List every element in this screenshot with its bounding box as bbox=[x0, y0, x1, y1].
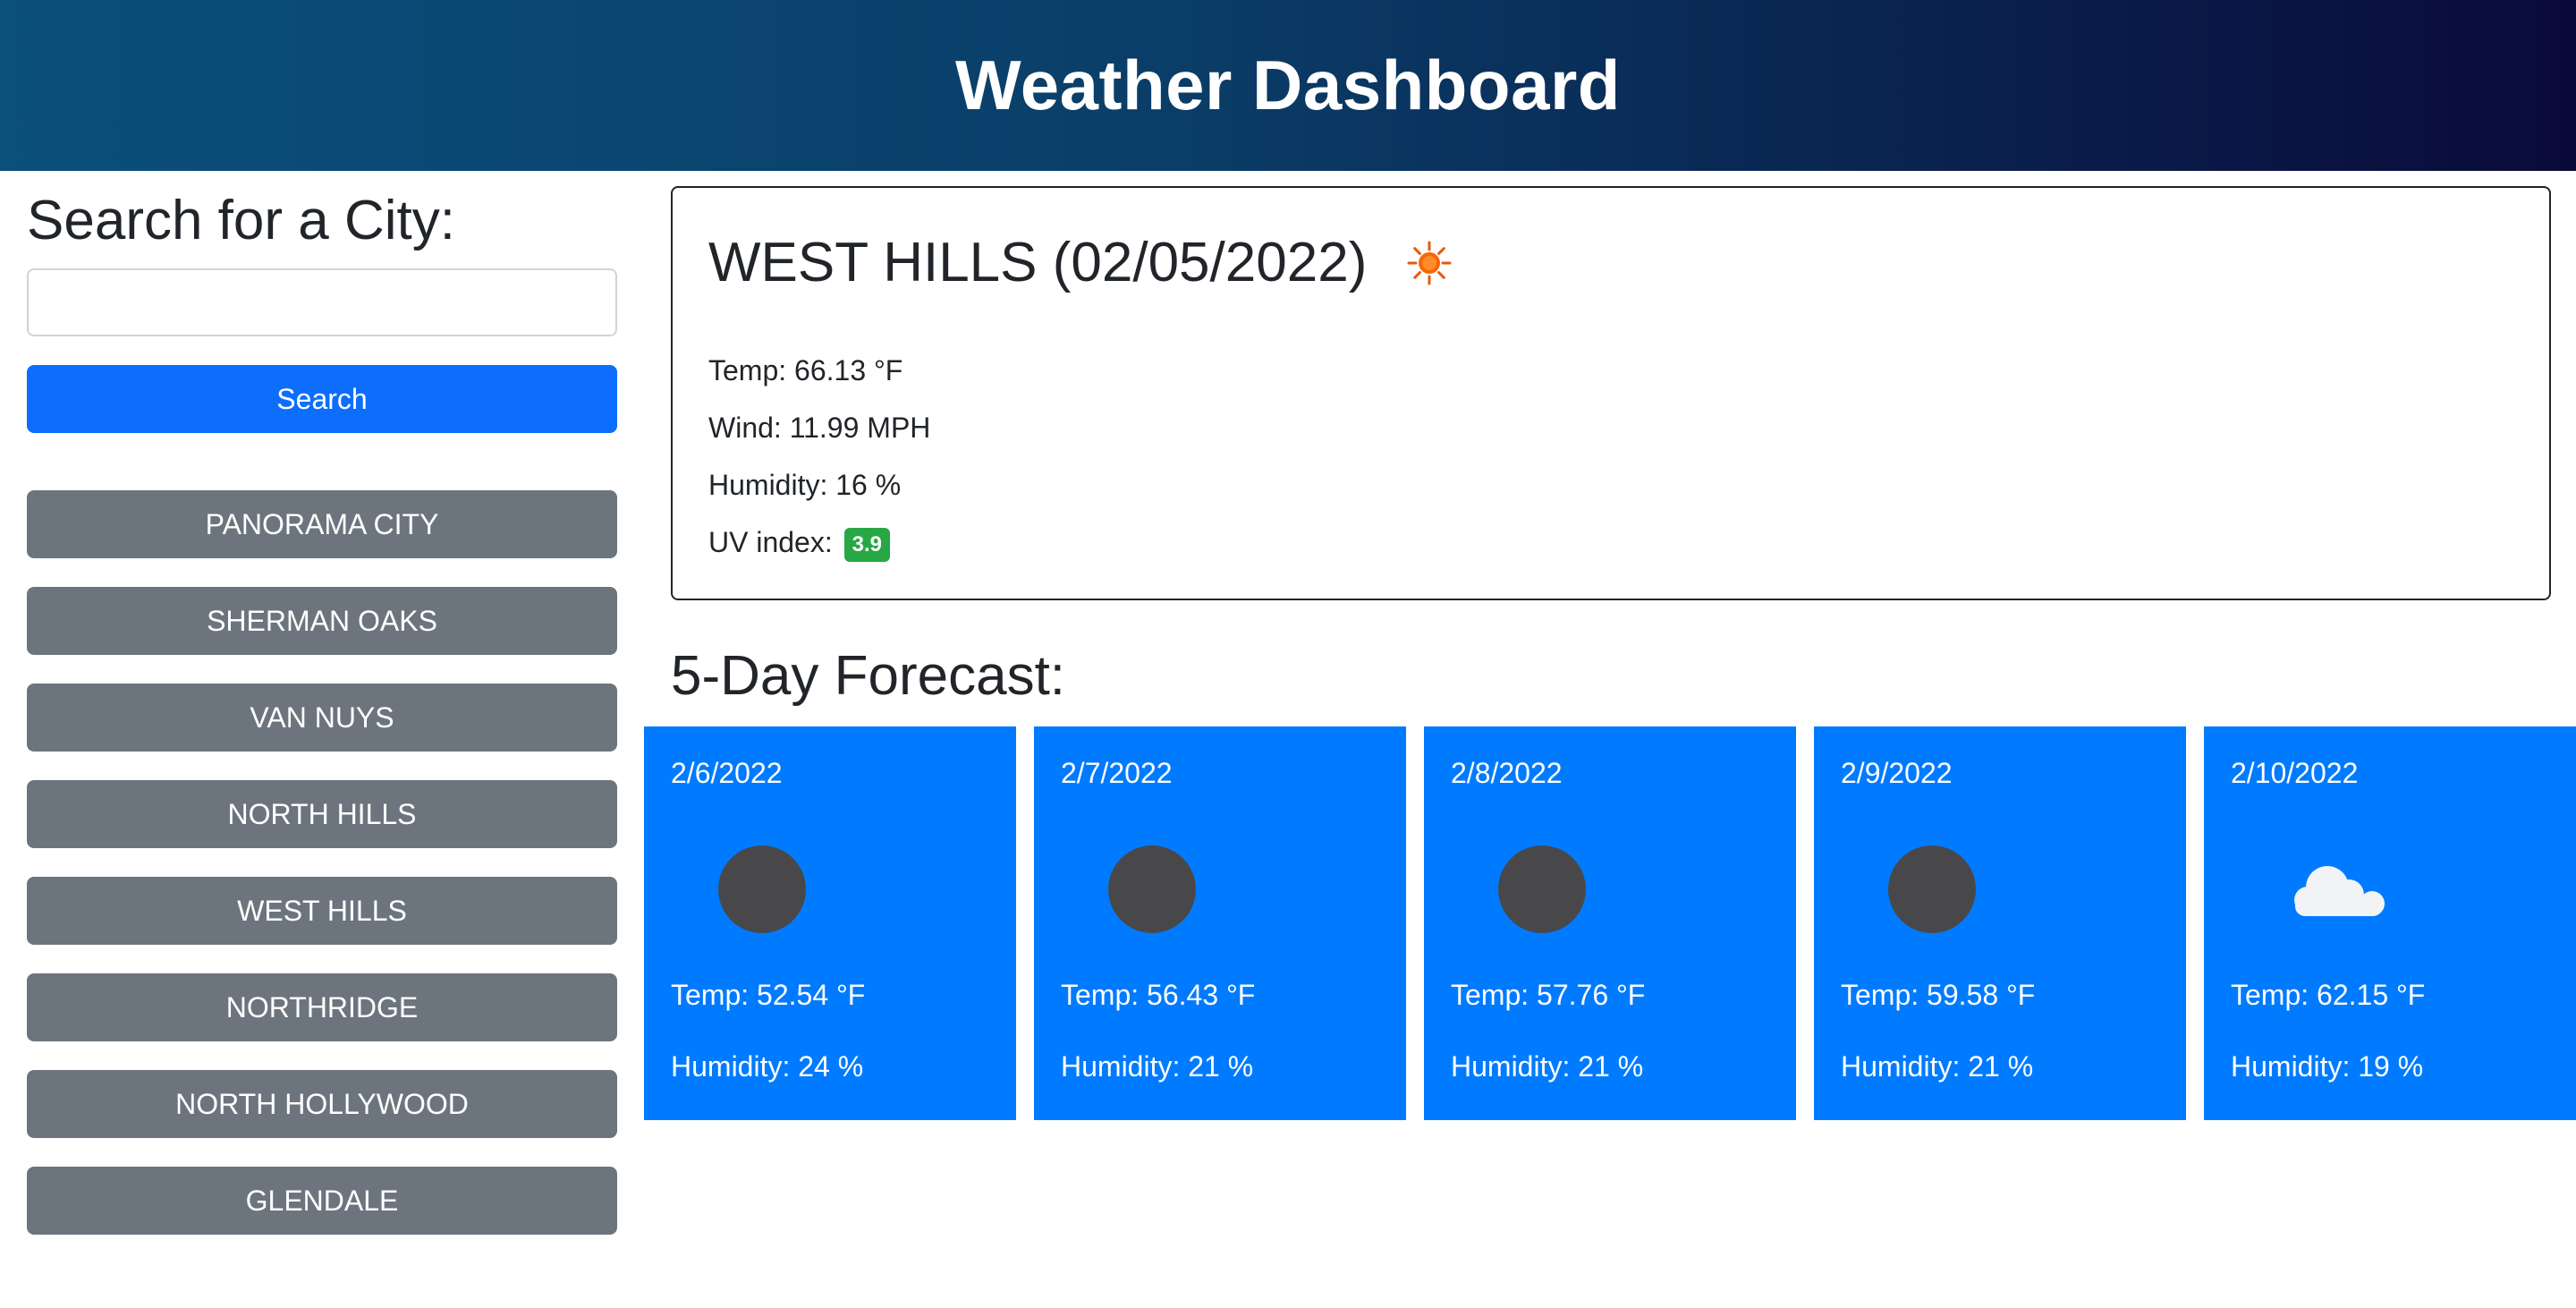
current-wind: Wind: 11.99 MPH bbox=[708, 412, 931, 444]
search-button[interactable]: Search bbox=[27, 365, 617, 433]
forecast-title: 5-Day Forecast: bbox=[671, 645, 1066, 707]
forecast-date: 2/6/2022 bbox=[671, 757, 783, 789]
history-button-panorama-city[interactable]: PANORAMA CITY bbox=[27, 490, 617, 558]
dark-circle-icon bbox=[1108, 845, 1196, 933]
forecast-humidity: Humidity: 21 % bbox=[1451, 1050, 1644, 1083]
history-button-sherman-oaks[interactable]: SHERMAN OAKS bbox=[27, 587, 617, 655]
forecast-humidity: Humidity: 24 % bbox=[671, 1050, 864, 1083]
forecast-date: 2/10/2022 bbox=[2231, 757, 2359, 789]
current-uv: UV index: 3.9 bbox=[708, 526, 890, 562]
forecast-temp: Temp: 59.58 °F bbox=[1841, 979, 2036, 1011]
history-button-north-hills[interactable]: NORTH HILLS bbox=[27, 780, 617, 848]
forecast-temp: Temp: 62.15 °F bbox=[2231, 979, 2426, 1011]
current-humidity: Humidity: 16 % bbox=[708, 469, 902, 501]
dark-circle-icon bbox=[1498, 845, 1586, 933]
page-title: Weather Dashboard bbox=[955, 46, 1621, 124]
forecast-temp: Temp: 57.76 °F bbox=[1451, 979, 1646, 1011]
city-search-input[interactable] bbox=[27, 268, 617, 336]
forecast-humidity: Humidity: 21 % bbox=[1841, 1050, 2034, 1083]
current-temp: Temp: 66.13 °F bbox=[708, 354, 903, 386]
forecast-temp: Temp: 52.54 °F bbox=[671, 979, 866, 1011]
forecast-humidity: Humidity: 21 % bbox=[1061, 1050, 1254, 1083]
cloud-icon bbox=[2294, 866, 2385, 916]
dark-circle-icon bbox=[718, 845, 806, 933]
sun-icon bbox=[1406, 240, 1453, 286]
history-button-west-hills[interactable]: WEST HILLS bbox=[27, 877, 617, 945]
current-weather-header: WEST HILLS (02/05/2022) bbox=[708, 231, 1453, 294]
forecast-card: 2/6/2022 Temp: 52.54 °F Humidity: 24 % bbox=[644, 726, 1016, 1120]
history-button-northridge[interactable]: NORTHRIDGE bbox=[27, 973, 617, 1041]
search-history: PANORAMA CITY SHERMAN OAKS VAN NUYS NORT… bbox=[27, 490, 617, 1263]
forecast-card: 2/10/2022 Temp: 62.15 °F Humidity: 19 % bbox=[2204, 726, 2576, 1120]
forecast-humidity: Humidity: 19 % bbox=[2231, 1050, 2424, 1083]
forecast-card: 2/7/2022 Temp: 56.43 °F Humidity: 21 % bbox=[1034, 726, 1406, 1120]
forecast-row: 2/6/2022 Temp: 52.54 °F Humidity: 24 % 2… bbox=[644, 726, 2576, 1120]
forecast-temp: Temp: 56.43 °F bbox=[1061, 979, 1256, 1011]
forecast-date: 2/7/2022 bbox=[1061, 757, 1173, 789]
forecast-date: 2/8/2022 bbox=[1451, 757, 1563, 789]
current-city-title: WEST HILLS (02/05/2022) bbox=[708, 232, 1368, 293]
search-heading: Search for a City: bbox=[27, 190, 455, 251]
header: Weather Dashboard bbox=[0, 0, 2576, 171]
current-weather-card: WEST HILLS (02/05/2022) Temp: 66.13 °F W… bbox=[671, 186, 2551, 600]
history-button-van-nuys[interactable]: VAN NUYS bbox=[27, 684, 617, 752]
uv-label: UV index: bbox=[708, 526, 833, 558]
forecast-card: 2/8/2022 Temp: 57.76 °F Humidity: 21 % bbox=[1424, 726, 1796, 1120]
uv-badge: 3.9 bbox=[843, 527, 890, 562]
forecast-card: 2/9/2022 Temp: 59.58 °F Humidity: 21 % bbox=[1814, 726, 2186, 1120]
history-button-north-hollywood[interactable]: NORTH HOLLYWOOD bbox=[27, 1070, 617, 1138]
history-button-glendale[interactable]: GLENDALE bbox=[27, 1167, 617, 1235]
dark-circle-icon bbox=[1888, 845, 1976, 933]
forecast-date: 2/9/2022 bbox=[1841, 757, 1953, 789]
